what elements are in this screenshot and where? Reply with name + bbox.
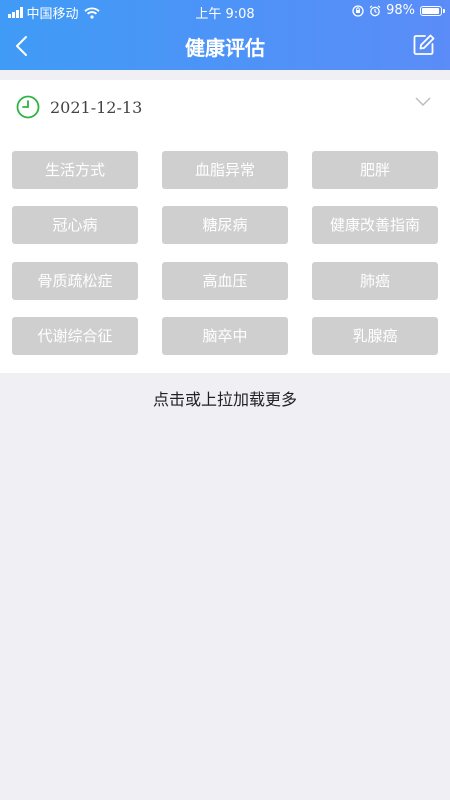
page-title: 健康评估 xyxy=(185,36,265,60)
status-bar-right: 98% xyxy=(352,3,445,18)
tag-health-improvement-guide[interactable]: 健康改善指南 xyxy=(312,206,438,244)
expand-toggle[interactable] xyxy=(414,94,432,108)
battery-percent: 98% xyxy=(386,3,415,18)
tag-dyslipidemia[interactable]: 血脂异常 xyxy=(162,151,288,189)
tag-hypertension[interactable]: 高血压 xyxy=(162,262,288,300)
orientation-lock-icon xyxy=(352,4,364,17)
tag-lung-cancer[interactable]: 肺癌 xyxy=(312,262,438,300)
battery-icon xyxy=(420,5,445,16)
alarm-icon xyxy=(369,5,381,16)
load-more-button[interactable]: 点击或上拉加载更多 xyxy=(0,386,450,410)
tag-metabolic-syndrome[interactable]: 代谢综合征 xyxy=(12,317,138,355)
record-date-row: 2021-12-13 xyxy=(16,95,142,119)
tag-breast-cancer[interactable]: 乳腺癌 xyxy=(312,317,438,355)
battery-level xyxy=(422,7,439,14)
edit-icon xyxy=(413,34,435,55)
edit-button[interactable] xyxy=(412,33,436,57)
status-bar: 中国移动 上午 9:08 98% xyxy=(0,0,450,22)
tag-osteoporosis[interactable]: 骨质疏松症 xyxy=(12,262,138,300)
record-date: 2021-12-13 xyxy=(50,97,143,117)
tag-obesity[interactable]: 肥胖 xyxy=(312,151,438,189)
clock-icon xyxy=(16,95,40,119)
chevron-down-icon xyxy=(415,97,431,106)
tag-lifestyle[interactable]: 生活方式 xyxy=(12,151,138,189)
assessment-card: 2021-12-13 生活方式 血脂异常 肥胖 冠心病 糖尿病 健康改善指南 骨… xyxy=(0,80,450,373)
tag-diabetes[interactable]: 糖尿病 xyxy=(162,206,288,244)
app-header: 中国移动 上午 9:08 98% 健康评估 xyxy=(0,0,450,70)
tag-coronary-heart-disease[interactable]: 冠心病 xyxy=(12,206,138,244)
tag-stroke[interactable]: 脑卒中 xyxy=(162,317,288,355)
